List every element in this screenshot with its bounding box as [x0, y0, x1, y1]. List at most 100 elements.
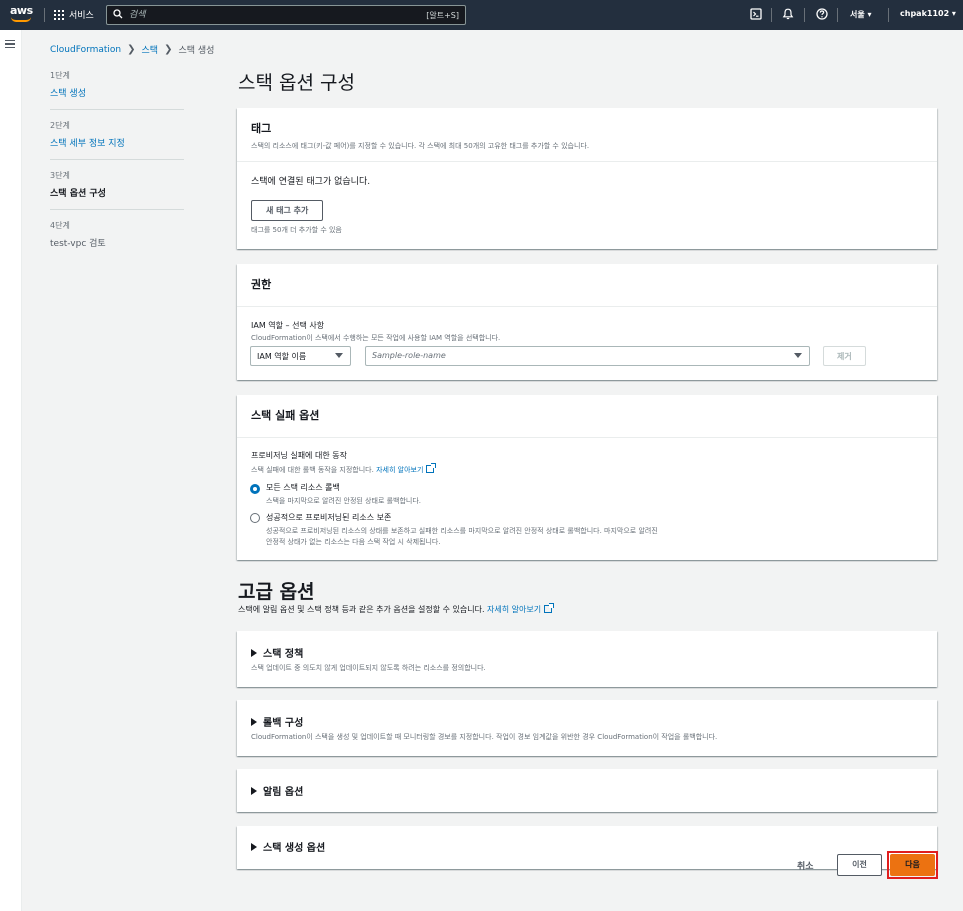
cancel-button[interactable]: 취소	[797, 859, 814, 872]
stack-policy-title: 스택 정책	[263, 649, 304, 660]
stack-policy-section[interactable]: 스택 정책 스택 업데이트 중 의도치 않게 업데이트되지 않도록 하려는 리소…	[237, 631, 937, 687]
stack-policy-description: 스택 업데이트 중 의도치 않게 업데이트되지 않도록 하려는 리소스를 정의합…	[251, 664, 486, 672]
chevron-right-icon: ❯	[127, 44, 136, 55]
tags-description: 스택의 리소스에 태그(키-값 페어)를 지정할 수 있습니다. 각 스택에 최…	[251, 142, 590, 150]
cloudshell-icon[interactable]	[750, 8, 762, 20]
preserve-resources-radio[interactable]	[250, 513, 260, 523]
breadcrumb-cloudformation-link[interactable]: CloudFormation	[50, 45, 121, 55]
preserve-resources-description-2: 안정적 상태가 없는 리소스는 다음 스택 작업 시 삭제됩니다.	[266, 538, 441, 546]
rollback-all-radio[interactable]	[250, 484, 260, 494]
breadcrumb-stacks-link[interactable]: 스택	[142, 43, 159, 56]
preserve-resources-description-1: 성공적으로 프로비저닝된 리소스의 상태를 보존하고 실패한 리소스를 마지막으…	[266, 527, 658, 535]
stack-failure-title: 스택 실패 옵션	[251, 409, 320, 422]
wizard-step-4: 4단계 test-vpc 검토	[50, 220, 184, 249]
help-icon[interactable]	[816, 8, 828, 20]
caret-down-icon	[335, 353, 343, 358]
notification-options-toggle[interactable]: 알림 옵션	[251, 783, 303, 798]
nav-divider	[888, 8, 889, 22]
stack-failure-panel-header: 스택 실패 옵션	[237, 395, 937, 438]
step-number: 2단계	[50, 121, 70, 130]
region-selector[interactable]: 서울 ▾	[850, 9, 872, 20]
step-number: 3단계	[50, 171, 70, 180]
iam-role-type-select[interactable]: IAM 역할 이름	[250, 346, 351, 366]
stack-creation-options-section[interactable]: 스택 생성 옵션	[237, 826, 937, 869]
rollback-config-title: 롤백 구성	[263, 718, 304, 729]
aws-logo-text: aws	[10, 4, 33, 17]
previous-button[interactable]: 이전	[837, 854, 882, 876]
stack-policy-toggle[interactable]: 스택 정책	[251, 645, 303, 660]
rollback-config-toggle[interactable]: 롤백 구성	[251, 714, 303, 729]
advanced-options-title: 고급 옵션	[238, 581, 315, 603]
iam-role-type-value: IAM 역할 이름	[257, 352, 307, 361]
tags-remaining-hint: 태그를 50개 더 추가할 수 있음	[251, 226, 342, 234]
tags-title: 태그	[251, 122, 272, 135]
tags-panel-header: 태그 스택의 리소스에 태그(키-값 페어)를 지정할 수 있습니다. 각 스택…	[237, 108, 937, 162]
bell-icon[interactable]	[782, 8, 794, 20]
step-4-label: test-vpc 검토	[50, 239, 106, 249]
provisioning-failure-description: 스택 실패에 대한 롤백 동작을 지정합니다. 자세히 알아보기	[251, 463, 437, 475]
aws-smile-icon	[11, 17, 31, 22]
chevron-right-icon: ❯	[164, 44, 173, 55]
nav-divider	[804, 8, 805, 22]
tags-panel-body: 스택에 연결된 태그가 없습니다. 새 태그 추가 태그를 50개 더 추가할 …	[237, 162, 937, 247]
next-button[interactable]: 다음	[890, 854, 935, 876]
stack-creation-options-toggle[interactable]: 스택 생성 옵션	[251, 839, 325, 854]
failure-desc-text: 스택 실패에 대한 롤백 동작을 지정합니다.	[251, 466, 374, 474]
search-shortcut: [알트+S]	[426, 11, 459, 20]
caret-right-icon	[251, 786, 257, 795]
advanced-desc-text: 스택에 알림 옵션 및 스택 정책 등과 같은 추가 옵션을 설정할 수 있습니…	[238, 605, 485, 614]
external-link-icon	[426, 463, 437, 473]
top-navigation: aws 서비스 [알트+S] 서울 ▾ chpak1102 ▾	[0, 0, 963, 30]
search-input[interactable]	[129, 8, 409, 22]
services-menu-button[interactable]: 서비스	[54, 8, 94, 21]
step-divider	[50, 209, 184, 210]
aws-logo[interactable]: aws	[10, 4, 34, 24]
iam-role-label: IAM 역할 – 선택 사항	[251, 321, 325, 330]
account-menu[interactable]: chpak1102 ▾	[900, 9, 956, 18]
step-divider	[50, 109, 184, 110]
remove-role-button[interactable]: 제거	[823, 346, 866, 366]
search-icon	[113, 9, 123, 19]
iam-role-name-placeholder: Sample-role-name	[372, 351, 446, 360]
permissions-panel: 권한 IAM 역할 – 선택 사항 CloudFormation이 스택에서 수…	[237, 264, 937, 380]
provisioning-failure-label: 프로비저닝 실패에 대한 동작	[251, 451, 347, 460]
services-label: 서비스	[69, 11, 94, 21]
stack-creation-options-title: 스택 생성 옵션	[263, 843, 326, 854]
search-bar[interactable]: [알트+S]	[106, 5, 466, 25]
breadcrumb-current: 스택 생성	[178, 46, 215, 56]
caret-right-icon	[251, 717, 257, 726]
iam-role-name-select[interactable]: Sample-role-name	[365, 346, 810, 366]
rollback-config-description: CloudFormation이 스택을 생성 및 업데이트할 때 모니터링할 경…	[251, 733, 718, 741]
caret-down-icon	[794, 353, 802, 358]
caret-right-icon	[251, 842, 257, 851]
caret-right-icon	[251, 648, 257, 657]
notification-options-section[interactable]: 알림 옵션	[237, 769, 937, 812]
nav-divider	[44, 8, 45, 22]
wizard-step-3: 3단계 스택 옵션 구성	[50, 170, 184, 199]
iam-role-description: CloudFormation이 스택에서 수행하는 모든 작업에 사용할 IAM…	[251, 334, 501, 342]
add-tag-button[interactable]: 새 태그 추가	[251, 200, 324, 221]
notification-options-title: 알림 옵션	[263, 787, 304, 798]
rollback-all-label[interactable]: 모든 스택 리소스 롤백	[266, 482, 340, 493]
grid-icon	[54, 9, 64, 20]
permissions-panel-header: 권한	[237, 264, 937, 307]
external-link-icon	[544, 603, 555, 613]
step-1-link[interactable]: 스택 생성	[50, 86, 184, 99]
tags-panel: 태그 스택의 리소스에 태그(키-값 페어)를 지정할 수 있습니다. 각 스택…	[237, 108, 937, 249]
preserve-resources-label[interactable]: 성공적으로 프로비저닝된 리소스 보존	[266, 512, 391, 523]
wizard-step-1: 1단계 스택 생성	[50, 70, 184, 99]
page-title: 스택 옵션 구성	[238, 72, 355, 94]
rollback-config-section[interactable]: 롤백 구성 CloudFormation이 스택을 생성 및 업데이트할 때 모…	[237, 700, 937, 756]
step-2-link[interactable]: 스택 세부 정보 지정	[50, 136, 184, 149]
nav-divider	[837, 8, 838, 22]
step-number: 1단계	[50, 71, 70, 80]
advanced-options-description: 스택에 알림 옵션 및 스택 정책 등과 같은 추가 옵션을 설정할 수 있습니…	[238, 603, 555, 615]
advanced-learn-more-link[interactable]: 자세히 알아보기	[487, 605, 541, 614]
hamburger-menu-icon[interactable]	[5, 40, 15, 48]
nav-divider	[771, 8, 772, 22]
breadcrumb: CloudFormation ❯ 스택 ❯ 스택 생성	[50, 43, 214, 56]
permissions-title: 권한	[251, 278, 272, 291]
step-number: 4단계	[50, 221, 70, 230]
learn-more-link[interactable]: 자세히 알아보기	[376, 466, 423, 474]
no-tags-message: 스택에 연결된 태그가 없습니다.	[251, 177, 371, 187]
